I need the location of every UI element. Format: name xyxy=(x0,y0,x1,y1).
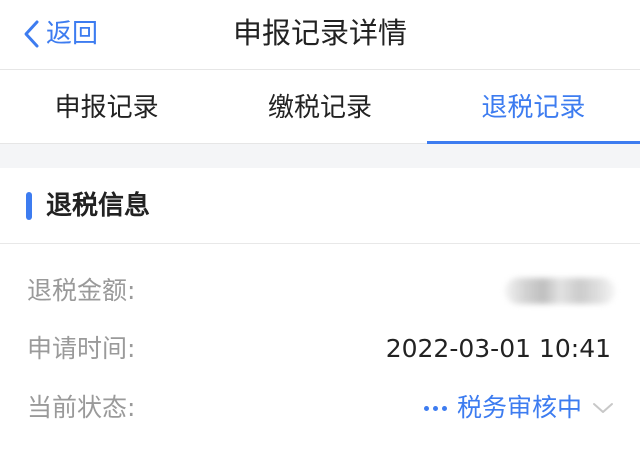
apply-time-value: 2022-03-01 10:41 xyxy=(385,334,611,363)
tab-refund-records[interactable]: 退税记录 xyxy=(426,71,640,145)
apply-time-row: 申请时间: 2022-03-01 10:41 xyxy=(0,320,640,378)
section-accent-bar xyxy=(26,192,32,220)
section-title: 退税信息 xyxy=(46,191,151,221)
current-status-label: 当前状态: xyxy=(27,393,136,422)
section-header: 退税信息 xyxy=(0,168,640,244)
page-title: 申报记录详情 xyxy=(232,16,407,50)
tab-payment-records[interactable]: 缴税记录 xyxy=(213,71,426,144)
current-status-row: 当前状态: 税务审核中 xyxy=(0,379,640,437)
apply-time-label: 申请时间: xyxy=(27,334,136,363)
ellipsis-icon xyxy=(422,405,449,411)
refund-amount-value-redacted xyxy=(505,278,615,304)
status-toggle[interactable]: 税务审核中 xyxy=(422,379,614,437)
current-status-value: 税务审核中 xyxy=(456,393,582,422)
refund-amount-label: 退税金额: xyxy=(27,276,136,305)
refund-amount-row: 退税金额: xyxy=(0,262,640,320)
nav-bar: 返回 申报记录详情 xyxy=(0,0,640,70)
chevron-down-icon xyxy=(582,401,614,415)
record-tabs: 申报记录 缴税记录 退税记录 xyxy=(0,71,640,145)
section-spacer xyxy=(0,144,640,168)
tab-declaration-records[interactable]: 申报记录 xyxy=(0,71,213,144)
